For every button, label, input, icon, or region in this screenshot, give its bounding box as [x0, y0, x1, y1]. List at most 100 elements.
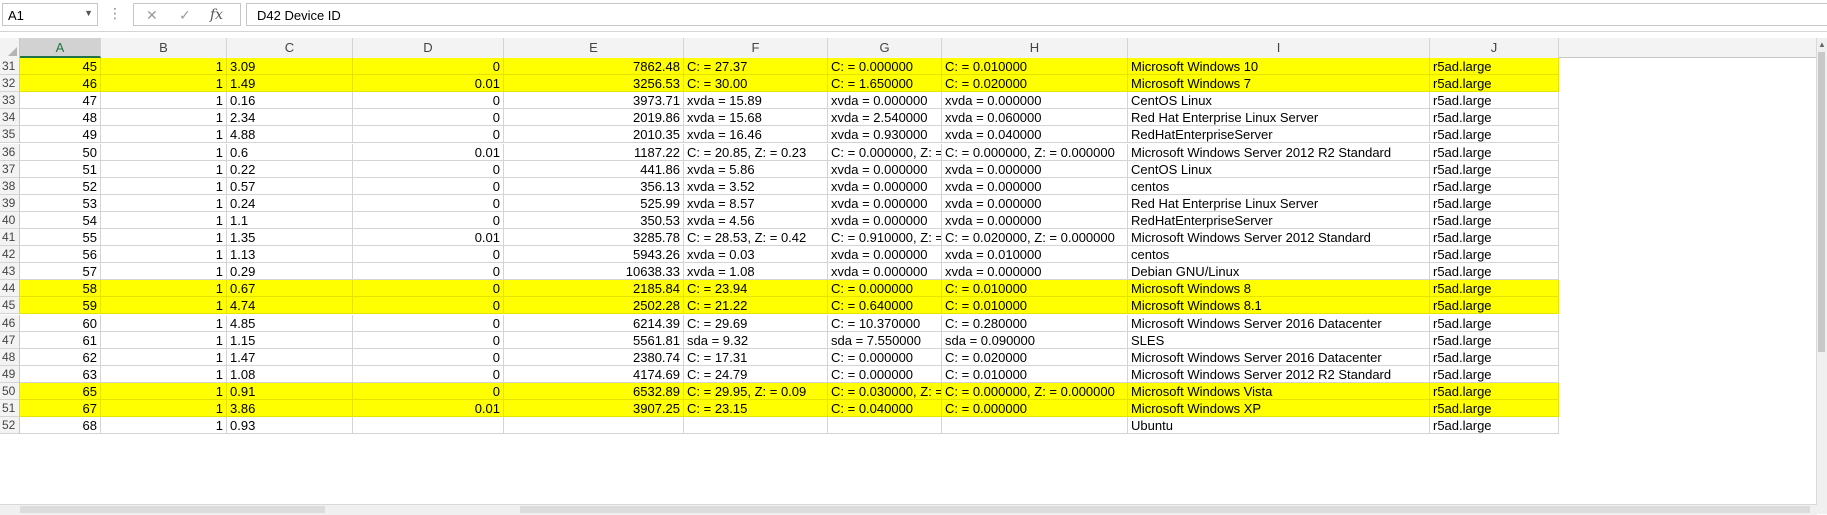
cell-g[interactable]: xvda = 0.000000	[828, 194, 942, 212]
cell-a[interactable]: 57	[20, 263, 101, 281]
cell-i[interactable]: Red Hat Enterprise Linux Server	[1128, 194, 1430, 212]
cell-j[interactable]: r5ad.large	[1430, 58, 1559, 75]
column-header-c[interactable]: C	[227, 38, 353, 58]
cell-d[interactable]: 0.01	[353, 75, 504, 93]
cell-c[interactable]: 0.93	[227, 417, 353, 435]
cell-d[interactable]: 0.01	[353, 400, 504, 417]
cell-d[interactable]: 0	[353, 109, 504, 127]
cell-c[interactable]: 0.6	[227, 143, 353, 161]
cell-g[interactable]: C: = 10.370000	[828, 314, 942, 332]
cell-h[interactable]: xvda = 0.010000	[942, 246, 1128, 264]
cell-i[interactable]: Debian GNU/Linux	[1128, 263, 1430, 281]
cell-d[interactable]: 0	[353, 194, 504, 212]
cell-j[interactable]: r5ad.large	[1430, 75, 1559, 93]
cell-c[interactable]: 0.29	[227, 263, 353, 281]
cell-j[interactable]: r5ad.large	[1430, 382, 1559, 400]
cell-i[interactable]: CentOS Linux	[1128, 92, 1430, 110]
cell-a[interactable]: 53	[20, 194, 101, 212]
cell-e[interactable]: 356.13	[504, 177, 684, 195]
cell-g[interactable]: C: = 0.910000, Z: = 0.0(	[828, 229, 942, 246]
row-header[interactable]: 37	[0, 160, 20, 178]
cell-c[interactable]: 3.09	[227, 58, 353, 75]
cell-a[interactable]: 49	[20, 126, 101, 144]
cell-a[interactable]: 56	[20, 246, 101, 264]
cell-j[interactable]: r5ad.large	[1430, 177, 1559, 195]
cell-h[interactable]: C: = 0.000000, Z: = 0.000000	[942, 382, 1128, 400]
row-header[interactable]: 33	[0, 92, 20, 110]
cell-f[interactable]: xvda = 3.52	[684, 177, 828, 195]
cell-e[interactable]: 2019.86	[504, 109, 684, 127]
cell-g[interactable]: C: = 0.040000	[828, 400, 942, 417]
cell-i[interactable]: Microsoft Windows Server 2012 Standard	[1128, 229, 1430, 246]
cell-g[interactable]: C: = 0.030000, Z: = 0.0(	[828, 382, 942, 400]
horizontal-scrollbar[interactable]	[0, 504, 1817, 515]
cell-d[interactable]: 0	[353, 92, 504, 110]
row-header[interactable]: 46	[0, 314, 20, 332]
cell-b[interactable]: 1	[101, 280, 227, 298]
row-header[interactable]: 38	[0, 177, 20, 195]
row-header[interactable]: 40	[0, 211, 20, 229]
cell-f[interactable]: xvda = 1.08	[684, 263, 828, 281]
column-header-j[interactable]: J	[1430, 38, 1559, 58]
cell-b[interactable]: 1	[101, 109, 227, 127]
cell-e[interactable]: 2380.74	[504, 348, 684, 366]
cell-f[interactable]: C: = 29.69	[684, 314, 828, 332]
cell-f[interactable]: C: = 23.15	[684, 400, 828, 417]
cell-i[interactable]: RedHatEnterpriseServer	[1128, 126, 1430, 144]
vertical-scroll-thumb[interactable]	[1818, 52, 1825, 352]
cell-d[interactable]: 0	[353, 246, 504, 264]
cell-i[interactable]: centos	[1128, 246, 1430, 264]
cell-f[interactable]: xvda = 15.68	[684, 109, 828, 127]
enter-icon[interactable]: ✓	[179, 7, 191, 24]
cell-h[interactable]: C: = 0.000000, Z: = 0.000000	[942, 143, 1128, 161]
cell-c[interactable]: 4.74	[227, 297, 353, 315]
cell-g[interactable]: xvda = 0.000000	[828, 211, 942, 229]
cell-c[interactable]: 2.34	[227, 109, 353, 127]
cell-a[interactable]: 51	[20, 160, 101, 178]
cell-j[interactable]: r5ad.large	[1430, 229, 1559, 246]
cell-j[interactable]: r5ad.large	[1430, 348, 1559, 366]
cell-i[interactable]: Microsoft Windows 7	[1128, 75, 1430, 93]
cell-f[interactable]: C: = 29.95, Z: = 0.09	[684, 382, 828, 400]
cell-e[interactable]	[504, 417, 684, 435]
cell-h[interactable]: xvda = 0.000000	[942, 263, 1128, 281]
cell-b[interactable]: 1	[101, 400, 227, 417]
cell-g[interactable]: xvda = 0.000000	[828, 92, 942, 110]
cell-d[interactable]: 0	[353, 177, 504, 195]
cell-g[interactable]: xvda = 0.000000	[828, 177, 942, 195]
row-header[interactable]: 45	[0, 297, 20, 315]
cell-e[interactable]: 3285.78	[504, 229, 684, 246]
cell-e[interactable]: 2010.35	[504, 126, 684, 144]
cell-b[interactable]: 1	[101, 246, 227, 264]
cell-a[interactable]: 58	[20, 280, 101, 298]
more-options-icon[interactable]: ⋮	[108, 5, 122, 22]
cell-c[interactable]: 0.24	[227, 194, 353, 212]
row-header[interactable]: 50	[0, 382, 20, 400]
column-header-e[interactable]: E	[504, 38, 684, 58]
cell-i[interactable]: Red Hat Enterprise Linux Server	[1128, 109, 1430, 127]
cell-h[interactable]: xvda = 0.000000	[942, 92, 1128, 110]
cell-b[interactable]: 1	[101, 160, 227, 178]
cell-e[interactable]: 525.99	[504, 194, 684, 212]
cell-h[interactable]: xvda = 0.000000	[942, 194, 1128, 212]
cell-b[interactable]: 1	[101, 382, 227, 400]
cell-a[interactable]: 68	[20, 417, 101, 435]
scroll-up-icon[interactable]: ▲	[1818, 40, 1826, 49]
cell-h[interactable]: C: = 0.010000	[942, 280, 1128, 298]
cell-j[interactable]: r5ad.large	[1430, 194, 1559, 212]
cell-a[interactable]: 52	[20, 177, 101, 195]
cell-f[interactable]: xvda = 0.03	[684, 246, 828, 264]
row-header[interactable]: 43	[0, 263, 20, 281]
row-header[interactable]: 49	[0, 365, 20, 383]
cell-c[interactable]: 1.08	[227, 365, 353, 383]
cell-f[interactable]	[684, 417, 828, 435]
chevron-down-icon[interactable]: ▼	[84, 8, 93, 18]
cell-h[interactable]: xvda = 0.000000	[942, 211, 1128, 229]
cell-h[interactable]	[942, 417, 1128, 435]
cell-j[interactable]: r5ad.large	[1430, 211, 1559, 229]
cell-b[interactable]: 1	[101, 417, 227, 435]
cell-a[interactable]: 67	[20, 400, 101, 417]
column-header-d[interactable]: D	[353, 38, 504, 58]
cell-g[interactable]: C: = 0.640000	[828, 297, 942, 315]
row-header[interactable]: 34	[0, 109, 20, 127]
